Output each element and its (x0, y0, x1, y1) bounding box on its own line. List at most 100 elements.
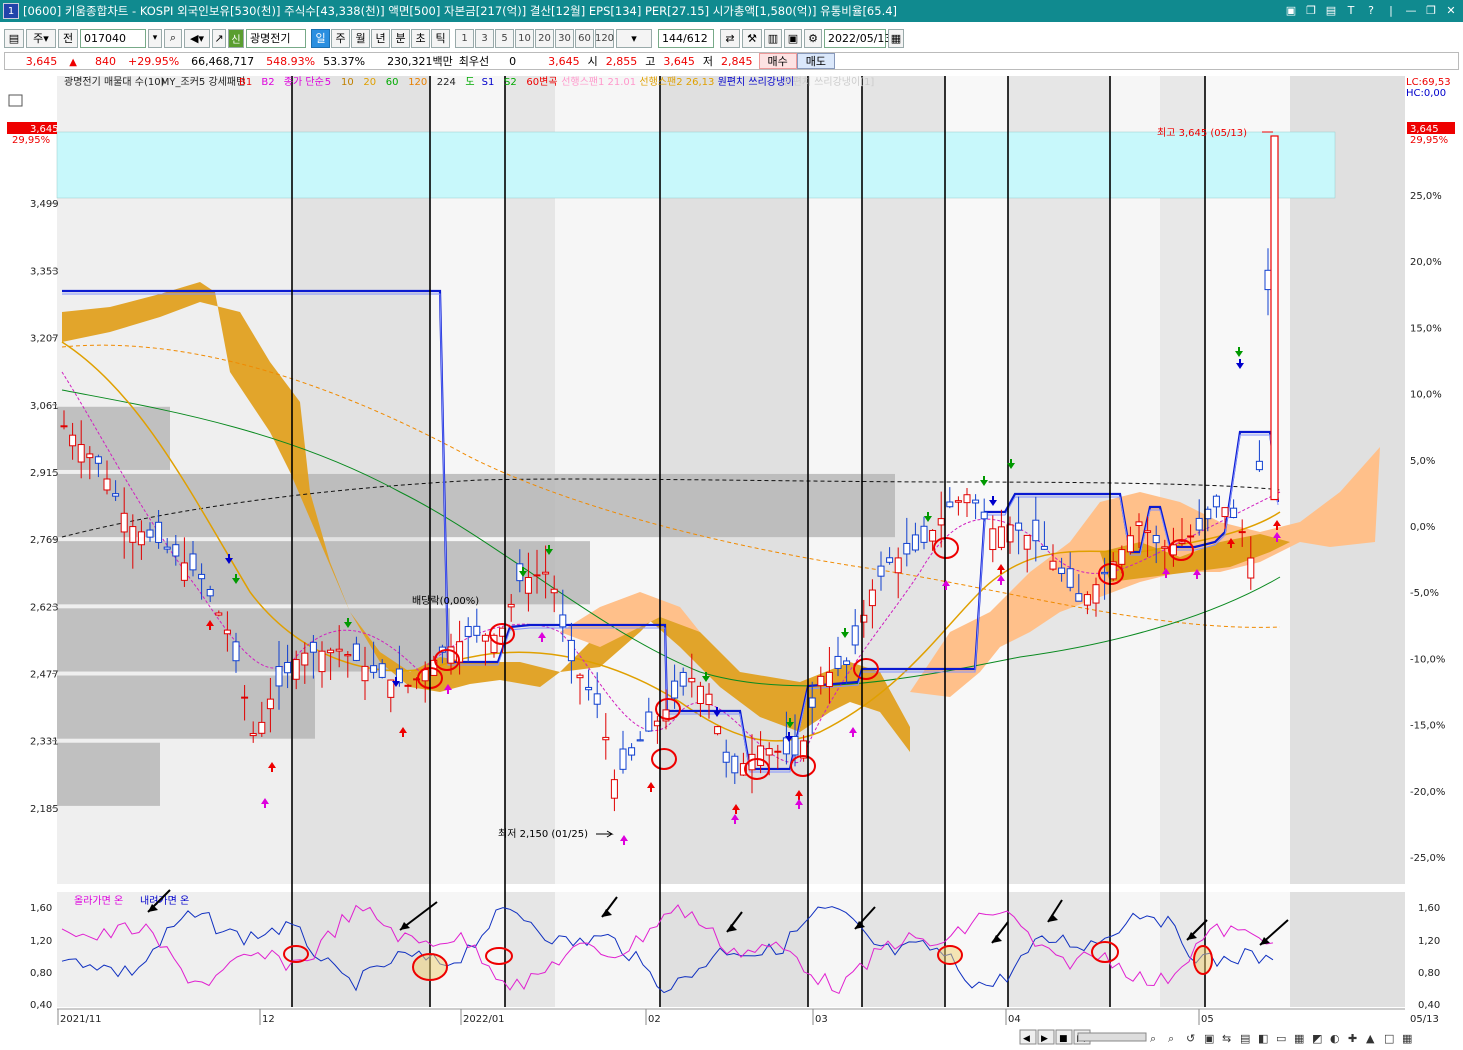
tab-period-1[interactable]: 주 (331, 28, 350, 48)
tab-interval-1[interactable]: 1 (455, 28, 474, 48)
osc-tick-right: 1,60 (1418, 903, 1440, 914)
stock-name-field[interactable]: 광명전기 (246, 28, 306, 48)
candle-body (825, 671, 833, 688)
tab-interval-20[interactable]: 20 (535, 28, 554, 48)
candle-body (688, 677, 696, 683)
candle-last (1270, 135, 1279, 501)
legend-item: 20 (363, 77, 376, 88)
osc-tick: 0,40 (30, 1000, 52, 1011)
amount: 230,321백만 (387, 55, 453, 68)
legend-item: B1 (239, 77, 252, 88)
window-control-5[interactable]: | (1383, 2, 1399, 18)
osc-tick-right: 0,80 (1418, 968, 1440, 979)
candle-body (1023, 534, 1031, 550)
tab-period-3[interactable]: 년 (371, 28, 390, 48)
change: 840 (95, 54, 116, 68)
tool-icon[interactable]: ⚒ (742, 28, 762, 48)
window-control-2[interactable]: ▤ (1323, 2, 1339, 18)
candle-body (817, 675, 825, 687)
open: 2,855 (605, 54, 638, 68)
tab-period-2[interactable]: 월 (351, 28, 370, 48)
menu-icon[interactable]: ▤ (4, 28, 24, 48)
window-control-3[interactable]: T (1343, 2, 1359, 18)
candle-body (628, 747, 636, 756)
candle-body (292, 659, 300, 680)
candle-body (911, 534, 919, 551)
price-tick: 3,353 (30, 266, 59, 277)
link-icon[interactable]: ↗ (212, 28, 226, 48)
best-sell: 0 (509, 54, 517, 68)
chevron-down-icon[interactable]: ▾ (148, 28, 162, 48)
gear-icon[interactable]: ⚙ (804, 28, 822, 48)
pct-tick: 10,0% (1410, 390, 1442, 401)
candle-body (550, 588, 558, 594)
candle-body (1058, 567, 1066, 574)
candle-body (636, 739, 644, 742)
quote-bar: 3,645 ▲ 840 +29.95% 66,468,717 548.93% 53… (4, 52, 1459, 70)
window-control-0[interactable]: ▣ (1283, 2, 1299, 18)
tab-interval-5[interactable]: 5 (495, 28, 514, 48)
tab-period-6[interactable]: 틱 (431, 28, 450, 48)
buy-button[interactable]: 매수 (758, 53, 797, 69)
legend-item: S2 (504, 77, 517, 88)
zoom-tool-icon: ◩ (1312, 1032, 1322, 1045)
lc-label: LC:69,53 (1406, 77, 1451, 88)
search-icon[interactable]: ⌕ (164, 28, 182, 48)
zoom-tool-icon: ▲ (1366, 1032, 1375, 1045)
pct-tick: 25,0% (1410, 191, 1442, 202)
window-control-8[interactable]: ✕ (1443, 2, 1459, 18)
candle-body (198, 573, 206, 580)
candle-body (1169, 544, 1177, 556)
tab-interval-60[interactable]: 60 (575, 28, 594, 48)
legend-item: 선행스팬2 26,13 (639, 76, 714, 88)
speaker-icon[interactable]: ◀▾ (184, 28, 210, 48)
doc-icon[interactable]: ▥ (764, 28, 782, 48)
osc-tick: 1,20 (30, 936, 52, 947)
price-tick: 3,207 (30, 334, 59, 345)
tab-period-4[interactable]: 분 (391, 28, 410, 48)
interval-dropdown[interactable]: ▾ (616, 28, 652, 48)
window-control-7[interactable]: ❐ (1423, 2, 1439, 18)
market-select[interactable]: 주 ▾ (26, 28, 56, 48)
candle-body (585, 686, 593, 691)
date-tick: 2021/11 (60, 1014, 102, 1025)
save-icon[interactable]: ▣ (784, 28, 802, 48)
best-buy: 3,645 (548, 54, 580, 68)
candle-body (223, 629, 231, 635)
count-total: /612 (683, 31, 708, 45)
tab-interval-10[interactable]: 10 (515, 28, 534, 48)
tab-interval-120[interactable]: 120 (595, 28, 614, 48)
code-input[interactable]: 017040 (80, 28, 146, 48)
count-field[interactable]: 144/612 (658, 28, 714, 48)
tab-interval-30[interactable]: 30 (555, 28, 574, 48)
date-field[interactable]: 2022/05/13 (824, 28, 891, 48)
sell-button[interactable]: 매도 (796, 53, 836, 69)
calendar-icon[interactable]: ▦ (888, 28, 904, 48)
prev-button[interactable]: 전 (58, 28, 78, 48)
price-tick: 3,061 (30, 401, 59, 412)
candle-body (791, 735, 799, 756)
tab-period-5[interactable]: 초 (411, 28, 430, 48)
scrollbar[interactable] (1077, 1032, 1147, 1042)
legend-item: 도 (465, 77, 474, 88)
stock-chart[interactable]: 최고 3,645 (05/13) 최저 2,150 (01/25) 배당락(0,00… (0, 72, 1463, 1050)
window-control-1[interactable]: ❐ (1303, 2, 1319, 18)
candle-body (757, 745, 765, 766)
candle-body (206, 589, 214, 597)
toolbar: ▤ 주 ▾ 전 017040 ▾ ⌕ ◀▾ ↗ 신 광명전기 일주월년분초틱 13… (0, 26, 1463, 50)
window-control-4[interactable]: ? (1363, 2, 1379, 18)
candle-body (266, 698, 274, 710)
candle-body (1255, 460, 1263, 471)
candle-body (963, 494, 971, 504)
compare-icon[interactable]: ⇄ (720, 28, 740, 48)
candle-body (619, 748, 627, 770)
tab-interval-3[interactable]: 3 (475, 28, 494, 48)
window-controls: ▣ ❐ ▤ T? | — ❐ ✕ (1283, 2, 1459, 18)
candle-body (980, 511, 988, 520)
candle-body (318, 650, 326, 673)
price-tick: 2,915 (30, 468, 59, 479)
candle-body (610, 779, 618, 799)
tab-period-0[interactable]: 일 (311, 28, 330, 48)
window-control-6[interactable]: — (1403, 2, 1419, 18)
current-price-flag-text: 3,645 (30, 124, 59, 135)
